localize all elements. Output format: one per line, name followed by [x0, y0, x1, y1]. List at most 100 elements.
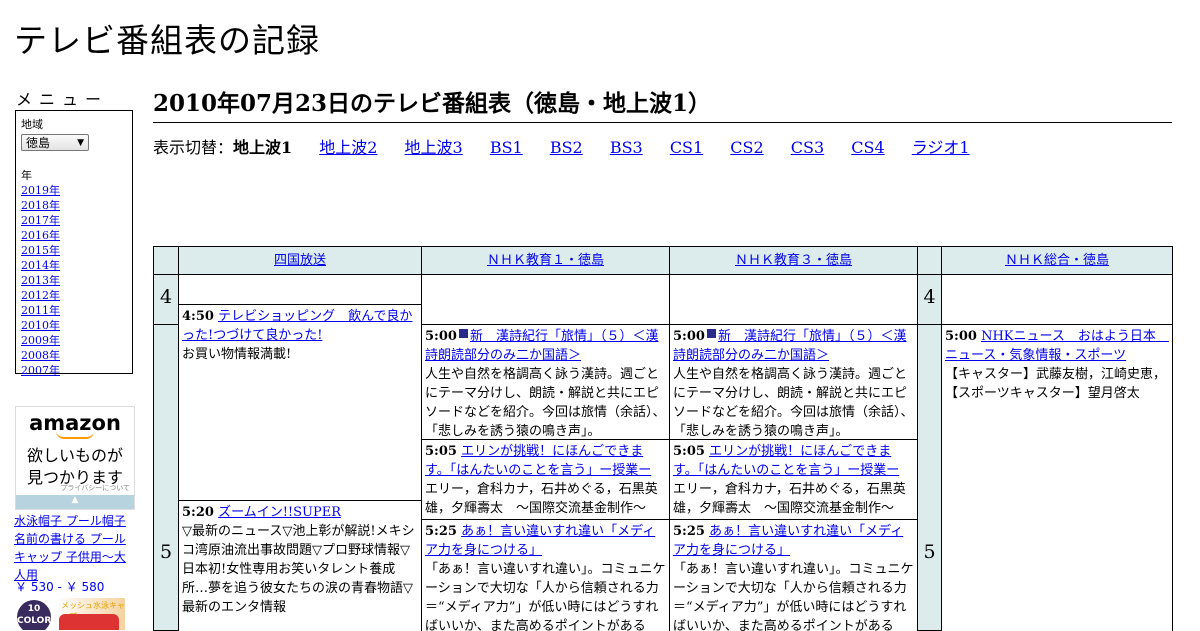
switch-link-bs2[interactable]: BS2 [550, 138, 583, 157]
program-cell: 5:00 新 漢詩紀行「旅情」（５）＜漢詩朗読部分のみ二か国語＞ 人生や自然を格調… [670, 325, 918, 440]
program-cell: 5:25 あぁ！言い違いすれ違い「メディア力を身につける」 「あぁ！言い違いすれ… [422, 520, 670, 631]
ad-price: ￥ 530 - ￥ 580 [15, 580, 105, 594]
program-title-link[interactable]: エリンが挑戦！にほんごできます。「はんたいのことを言う」ー授業ー [425, 444, 651, 478]
region-select[interactable]: 徳島 ▼ [21, 134, 89, 151]
ad-privacy-link[interactable]: プライバシーについて [60, 483, 130, 493]
program-description: 【キャスター】武藤友樹，江崎史恵，【スポーツキャスター】望月啓太 [945, 367, 1167, 401]
switch-link-cs3[interactable]: CS3 [791, 138, 824, 157]
program-time: 5:00 [673, 329, 705, 344]
channel-header-nhk: ＮＨＫ総合・徳島 [942, 247, 1173, 275]
program-description: ▽最新のニュース▽池上彰が解説!メキシコ湾原油流出事故問題▽プロ野球情報▽日本初… [182, 524, 415, 615]
ad-product-link[interactable]: 水泳帽子 プール帽子 名前の書ける プール キャップ 子供用～大人用 [14, 512, 136, 584]
hour-label-4: 4 [159, 286, 173, 308]
year-list: 2019年 2018年 2017年 2016年 2015年 2014年 2013… [21, 183, 127, 378]
program-description: お買い物情報満載! [182, 347, 292, 362]
program-grid: 四国放送 ＮＨＫ教育１・徳島 ＮＨＫ教育３・徳島 ＮＨＫ総合・徳島 4 4 5 … [153, 246, 1173, 631]
hour-cell-5-mid: 5 [918, 325, 942, 631]
channel-link-shikoku[interactable]: 四国放送 [274, 253, 326, 268]
program-description: 人生や自然を格調高く詠う漢詩。週ごとにテーマ分けし、朗読・解説と共にエピソードな… [425, 367, 666, 439]
year-label: 年 [21, 169, 32, 182]
program-time: 5:25 [425, 524, 457, 539]
program-time: 5:00 [945, 329, 977, 344]
channel-link-edu3[interactable]: ＮＨＫ教育３・徳島 [735, 253, 852, 268]
hour-cell-5: 5 [154, 325, 179, 631]
program-time: 5:05 [673, 444, 705, 459]
year-link-2010[interactable]: 2010年 [21, 319, 60, 332]
empty-slot [422, 275, 670, 325]
channel-link-edu1[interactable]: ＮＨＫ教育１・徳島 [487, 253, 604, 268]
program-time: 5:00 [425, 329, 457, 344]
program-time: 5:25 [673, 524, 705, 539]
year-link-2015[interactable]: 2015年 [21, 244, 60, 257]
ad-collapse-bar[interactable]: ▲ [16, 495, 134, 509]
ad-thumb-badge: 10 COLOR [17, 600, 51, 630]
year-link-2009[interactable]: 2009年 [21, 334, 60, 347]
year-link-2012[interactable]: 2012年 [21, 289, 60, 302]
menu-title: メニュー [16, 90, 109, 109]
year-link-2013[interactable]: 2013年 [21, 274, 60, 287]
year-link-2008[interactable]: 2008年 [21, 349, 60, 362]
empty-slot [179, 275, 422, 305]
switch-link-bs3[interactable]: BS3 [610, 138, 643, 157]
region-select-value: 徳島 [26, 136, 51, 150]
program-title-link[interactable]: エリンが挑戦！にほんごできます。「はんたいのことを言う」ー授業ー [673, 444, 899, 478]
hour-label-5: 5 [159, 541, 173, 563]
channel-link-nhk[interactable]: ＮＨＫ総合・徳島 [1005, 253, 1109, 268]
chevron-up-icon: ▲ [71, 495, 79, 505]
program-time: 5:20 [182, 505, 214, 520]
ad-message-line1: 欲しいものが [26, 446, 123, 465]
hour-cell-4: 4 [154, 275, 179, 325]
switch-link-cs4[interactable]: CS4 [851, 138, 884, 157]
program-cell: 5:20 ズームイン!!SUPER ▽最新のニュース▽池上彰が解説!メキシコ湾原… [179, 501, 422, 631]
empty-slot [942, 275, 1173, 325]
year-link-2017[interactable]: 2017年 [21, 214, 60, 227]
program-title-link[interactable]: NHKニュース おはよう日本 ニュース・気象情報・スポーツ [945, 329, 1169, 363]
year-link-2016[interactable]: 2016年 [21, 229, 60, 242]
data-broadcast-icon [706, 329, 716, 341]
display-switch: 表示切替：地上波1 地上波2 地上波3 BS1 BS2 BS3 CS1 CS2 … [153, 134, 970, 158]
year-link-2014[interactable]: 2014年 [21, 259, 60, 272]
region-label: 地域 [21, 118, 43, 131]
switch-label: 表示切替： [153, 138, 234, 157]
amazon-logo: amazon [29, 411, 121, 435]
ad-thumb-cap [59, 614, 119, 630]
switch-link-chijoha2[interactable]: 地上波2 [319, 138, 377, 157]
program-cell: 5:25 あぁ！言い違いすれ違い「メディア力を身につける」 「あぁ！言い違いすれ… [670, 520, 918, 631]
hour-header-mid [918, 247, 942, 275]
hour-label-4-mid: 4 [923, 286, 936, 308]
program-description: エリー，倉科カナ，石井めぐる，石黒英雄，夕輝壽太 ～国際交流基金制作～ [673, 482, 906, 516]
program-time: 5:05 [425, 444, 457, 459]
data-broadcast-icon [458, 329, 468, 341]
year-link-2019[interactable]: 2019年 [21, 184, 60, 197]
program-cell: 5:00 NHKニュース おはよう日本 ニュース・気象情報・スポーツ 【キャスタ… [942, 325, 1173, 631]
page-title: 2010年07月23日のテレビ番組表（徳島・地上波1） [153, 84, 1172, 123]
switch-link-radio1[interactable]: ラジオ1 [912, 138, 970, 157]
program-title-link[interactable]: あぁ！言い違いすれ違い「メディア力を身につける」 [425, 524, 655, 558]
ad-product-image[interactable]: 10 COLOR メッシュ水泳キャップ [15, 598, 125, 630]
amazon-ad-banner[interactable]: amazon 欲しいものが 見つかります プライバシーについて ▲ [15, 406, 135, 510]
menu-box: 地域 徳島 ▼ 年 2019年 2018年 2017年 2016年 2015年 … [15, 110, 133, 377]
program-description: エリー，倉科カナ，石井めぐる，石黒英雄，夕輝壽太 ～国際交流基金制作～ [425, 482, 658, 516]
program-description: 「あぁ！言い違いすれ違い」。コミュニケーションで大切な「人から信頼される力＝“メ… [673, 562, 914, 631]
program-title-link[interactable]: あぁ！言い違いすれ違い「メディア力を身につける」 [673, 524, 903, 558]
program-cell: 5:00 新 漢詩紀行「旅情」（５）＜漢詩朗読部分のみ二か国語＞ 人生や自然を格調… [422, 325, 670, 440]
program-title-link[interactable]: テレビショッピング 飲んで良かった!つづけて良かった! [182, 309, 412, 343]
empty-slot [670, 275, 918, 325]
year-link-2007[interactable]: 2007年 [21, 364, 60, 377]
program-title-link[interactable]: ズームイン!!SUPER [218, 505, 341, 520]
switch-link-bs1[interactable]: BS1 [490, 138, 523, 157]
year-link-2018[interactable]: 2018年 [21, 199, 60, 212]
switch-link-cs2[interactable]: CS2 [730, 138, 763, 157]
hour-label-5-mid: 5 [923, 541, 936, 563]
switch-link-cs1[interactable]: CS1 [670, 138, 703, 157]
channel-header-edu1: ＮＨＫ教育１・徳島 [422, 247, 670, 275]
program-description: 「あぁ！言い違いすれ違い」。コミュニケーションで大切な「人から信頼される力＝“メ… [425, 562, 666, 631]
switch-link-chijoha3[interactable]: 地上波3 [405, 138, 463, 157]
year-link-2011[interactable]: 2011年 [21, 304, 60, 317]
switch-current: 地上波1 [233, 138, 293, 157]
channel-header-edu3: ＮＨＫ教育３・徳島 [670, 247, 918, 275]
program-cell: 5:05 エリンが挑戦！にほんごできます。「はんたいのことを言う」ー授業ー エリ… [422, 440, 670, 520]
program-cell: 4:50 テレビショッピング 飲んで良かった!つづけて良かった! お買い物情報満… [179, 305, 422, 501]
program-description: 人生や自然を格調高く詠う漢詩。週ごとにテーマ分けし、朗読・解説と共にエピソードな… [673, 367, 914, 439]
program-cell: 5:05 エリンが挑戦！にほんごできます。「はんたいのことを言う」ー授業ー エリ… [670, 440, 918, 520]
